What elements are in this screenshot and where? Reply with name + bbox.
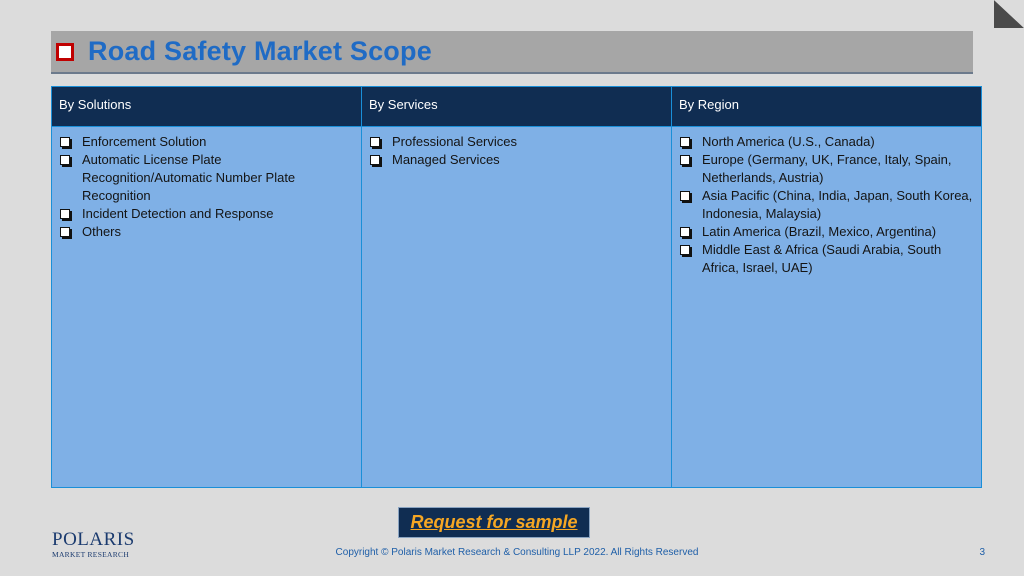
list-item: North America (U.S., Canada) [679, 133, 974, 151]
checkbox-icon [370, 137, 380, 147]
list-item-text: Others [82, 224, 122, 239]
list-item: Others [59, 223, 354, 241]
region-list: North America (U.S., Canada) Europe (Ger… [679, 133, 974, 277]
copyright-text: Copyright © Polaris Market Research & Co… [335, 547, 699, 558]
region-cell: North America (U.S., Canada) Europe (Ger… [671, 126, 982, 488]
content-row: Enforcement Solution Automatic License P… [51, 126, 982, 488]
list-item-text: Europe (Germany, UK, France, Italy, Spai… [702, 152, 952, 185]
list-item-text: North America (U.S., Canada) [702, 134, 875, 149]
checkbox-icon [60, 209, 70, 219]
page-number: 3 [979, 547, 985, 558]
checkbox-icon [60, 227, 70, 237]
list-item: Latin America (Brazil, Mexico, Argentina… [679, 223, 974, 241]
list-item: Asia Pacific (China, India, Japan, South… [679, 187, 974, 223]
title-bar: Road Safety Market Scope [51, 31, 973, 74]
list-item: Professional Services [369, 133, 664, 151]
checkbox-icon [370, 155, 380, 165]
checkbox-icon [680, 137, 690, 147]
checkbox-icon [680, 245, 690, 255]
header-row: By Solutions By Services By Region [51, 86, 982, 127]
checkbox-icon [60, 155, 70, 165]
services-cell: Professional Services Managed Services [361, 126, 672, 488]
solutions-list: Enforcement Solution Automatic License P… [59, 133, 354, 241]
list-item-text: Enforcement Solution [82, 134, 207, 149]
column-header-region: By Region [671, 86, 982, 127]
column-header-solutions: By Solutions [51, 86, 362, 127]
list-item: Middle East & Africa (Saudi Arabia, Sout… [679, 241, 974, 277]
list-item: Enforcement Solution [59, 133, 354, 151]
list-item-text: Middle East & Africa (Saudi Arabia, Sout… [702, 242, 942, 275]
scope-table: By Solutions By Services By Region Enfor… [51, 86, 982, 488]
list-item-text: Managed Services [392, 152, 500, 167]
checkbox-icon [680, 227, 690, 237]
list-item: Managed Services [369, 151, 664, 169]
list-item-text: Asia Pacific (China, India, Japan, South… [702, 188, 973, 221]
checkbox-icon [60, 137, 70, 147]
solutions-cell: Enforcement Solution Automatic License P… [51, 126, 362, 488]
list-item: Incident Detection and Response [59, 205, 354, 223]
list-item: Europe (Germany, UK, France, Italy, Spai… [679, 151, 974, 187]
checkbox-icon [680, 191, 690, 201]
checkbox-icon [56, 42, 77, 64]
services-list: Professional Services Managed Services [369, 133, 664, 169]
request-sample-button[interactable]: Request for sample [398, 507, 590, 538]
column-header-services: By Services [361, 86, 672, 127]
list-item-text: Incident Detection and Response [82, 206, 274, 221]
checkbox-icon [680, 155, 690, 165]
list-item-text: Professional Services [392, 134, 517, 149]
list-item-text: Automatic License Plate Recognition/Auto… [82, 152, 296, 203]
page-title: Road Safety Market Scope [88, 36, 432, 66]
list-item-text: Latin America (Brazil, Mexico, Argentina… [702, 224, 937, 239]
list-item: Automatic License Plate Recognition/Auto… [59, 151, 354, 205]
